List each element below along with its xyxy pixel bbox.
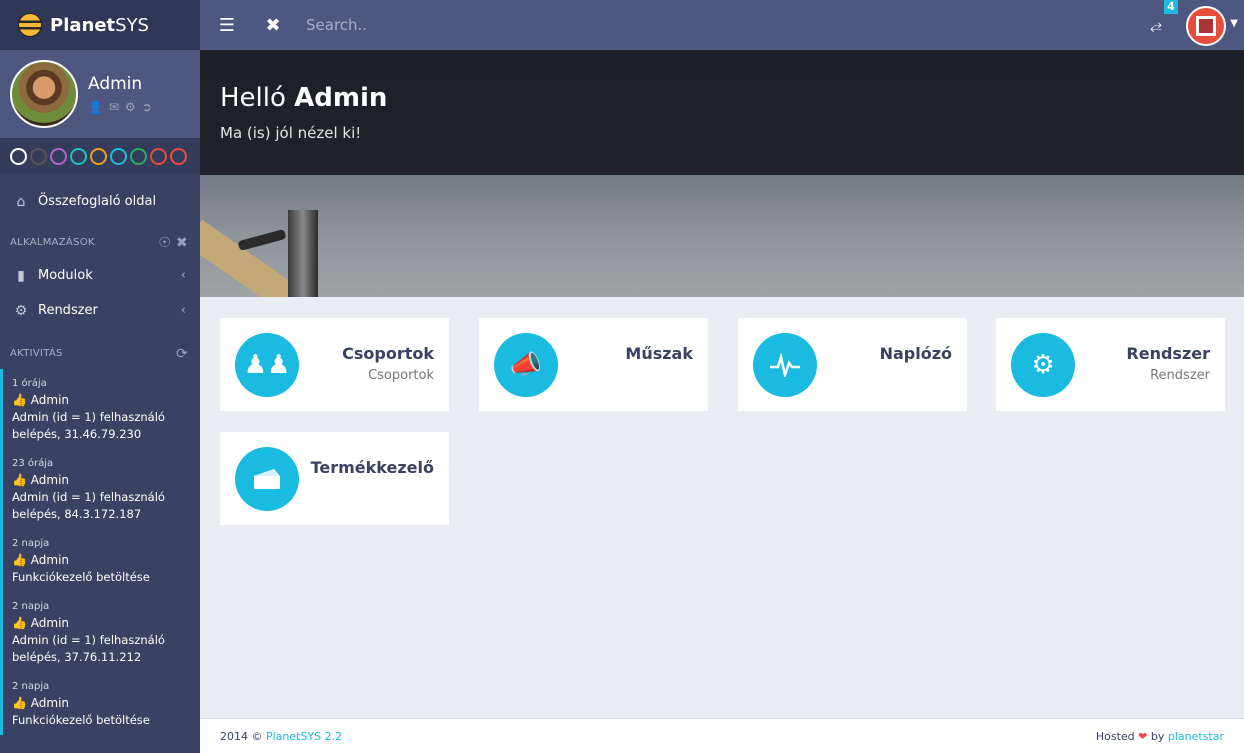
- lightbulb-icon[interactable]: ☉: [158, 235, 171, 251]
- activity-time: 2 napja: [12, 601, 50, 612]
- planet-logo-icon: [18, 13, 42, 37]
- envelope-icon[interactable]: ✉: [109, 100, 119, 114]
- thumbs-up-icon: 👍: [12, 473, 27, 487]
- hero-subtitle: Ma (is) jól nézel ki!: [220, 124, 362, 142]
- thumbs-up-icon: 👍: [12, 393, 27, 407]
- home-icon: ⌂: [16, 193, 26, 210]
- activity-user[interactable]: 👍 Admin: [12, 695, 192, 712]
- brand[interactable]: PlanetSYS: [0, 0, 200, 50]
- apps-header: ALKALMAZÁSOK ☉ ✖: [10, 234, 188, 251]
- search-input[interactable]: [306, 10, 706, 40]
- activity-text: Funkciókezelő betöltése: [12, 713, 150, 727]
- activity-user[interactable]: 👍 Admin: [12, 552, 192, 569]
- theme-dot[interactable]: [110, 147, 127, 165]
- activity-item: 2 napja 👍 Admin Admin (id = 1) felhasználó…: [0, 592, 200, 672]
- activity-item: 2 napja 👍 Admin Funkciókezelő betöltése: [0, 672, 200, 735]
- user-name[interactable]: Admin: [88, 74, 152, 94]
- theme-dot[interactable]: [10, 147, 27, 165]
- activity-time: 23 órája: [12, 458, 54, 469]
- theme-dot[interactable]: [70, 147, 87, 165]
- footer-hosted: Hosted ❤ by planetstar: [1095, 729, 1224, 743]
- welcome-hero: Helló Admin Ma (is) jól nézel ki!: [200, 50, 1244, 297]
- book-icon: ▮: [17, 267, 25, 284]
- sidebar-item-rendszer[interactable]: ⚙ Rendszer ‹: [0, 293, 200, 328]
- host-link[interactable]: planetstar: [1168, 730, 1224, 743]
- activity-user[interactable]: 👍 Admin: [12, 392, 192, 409]
- activity-text: Admin (id = 1) felhasználó belépés, 37.7…: [12, 633, 165, 664]
- tile-naplozo[interactable]: Naplózó: [738, 318, 967, 411]
- chevron-down-icon[interactable]: ▼: [1230, 18, 1238, 29]
- theme-selector: [0, 138, 200, 174]
- refresh-icon[interactable]: ⟳: [176, 346, 188, 362]
- theme-dot[interactable]: [170, 147, 187, 165]
- cheese-icon: [235, 447, 299, 511]
- activity-text: Funkciókezelő betöltése: [12, 570, 150, 584]
- activity-user[interactable]: 👍 Admin: [12, 472, 192, 489]
- theme-dot[interactable]: [90, 147, 107, 165]
- notification-badge: 4: [1164, 0, 1178, 14]
- hero-image-pole: [288, 210, 318, 297]
- sidebar-item-modulok[interactable]: ▮ Modulok ‹: [0, 258, 200, 293]
- pulse-icon: [753, 333, 817, 397]
- share-icon[interactable]: ⥄: [1150, 16, 1162, 34]
- activity-text: Admin (id = 1) felhasználó belépés, 84.3…: [12, 490, 165, 521]
- cogs-icon: ⚙: [14, 302, 28, 319]
- user-avatar[interactable]: [10, 60, 78, 128]
- gear-icon[interactable]: ⚙: [125, 100, 136, 114]
- activity-item: 2 napja 👍 Admin Funkciókezelő betöltése: [0, 529, 200, 592]
- tile-termekkezelo[interactable]: Termékkezelő: [220, 432, 449, 525]
- product-link[interactable]: PlanetSYS 2.2: [266, 730, 342, 743]
- theme-dot[interactable]: [150, 147, 167, 165]
- activity-header: AKTIVITÁS ⟳: [10, 345, 188, 362]
- footer: 2014 © PlanetSYS 2.2 Hosted ❤ by planets…: [200, 718, 1244, 753]
- hero-title: Helló Admin: [220, 83, 388, 113]
- activity-user[interactable]: 👍 Admin: [12, 615, 192, 632]
- activity-time: 2 napja: [12, 538, 50, 549]
- activity-item: 23 órája 👍 Admin Admin (id = 1) felhasznál…: [0, 449, 200, 529]
- activity-list: 1 órája 👍 Admin Admin (id = 1) felhasználó…: [0, 369, 200, 735]
- activity-time: 1 órája: [12, 378, 47, 389]
- logout-icon[interactable]: ➲: [142, 100, 152, 114]
- menu-toggle-icon[interactable]: ☰: [208, 15, 246, 36]
- theme-dot[interactable]: [130, 147, 147, 165]
- tile-rendszer[interactable]: ⚙ Rendszer Rendszer: [996, 318, 1225, 411]
- sidebar: PlanetSYS Admin 👤 ✉ ⚙ ➲ ⌂ Összefoglaló o…: [0, 0, 200, 753]
- hero-image-lamp: [237, 228, 287, 252]
- gears-icon: ⚙: [1011, 333, 1075, 397]
- tools-icon[interactable]: ✖: [254, 15, 292, 36]
- chevron-left-icon: ‹: [180, 303, 186, 318]
- header-avatar[interactable]: [1186, 6, 1226, 46]
- users-icon: ♟♟: [235, 333, 299, 397]
- user-icon[interactable]: 👤: [88, 100, 103, 114]
- activity-text: Admin (id = 1) felhasználó belépés, 31.4…: [12, 410, 165, 441]
- chevron-left-icon: ‹: [180, 268, 186, 283]
- tile-muszak[interactable]: 📣 Műszak: [479, 318, 708, 411]
- sidebar-item-summary[interactable]: ⌂ Összefoglaló oldal: [0, 184, 200, 219]
- footer-copyright: 2014 © PlanetSYS 2.2: [220, 729, 343, 743]
- tile-csoportok[interactable]: ♟♟ Csoportok Csoportok: [220, 318, 449, 411]
- activity-item: 1 órája 👍 Admin Admin (id = 1) felhasználó…: [0, 369, 200, 449]
- megaphone-icon: 📣: [494, 333, 558, 397]
- activity-time: 2 napja: [12, 681, 50, 692]
- theme-dot[interactable]: [50, 147, 67, 165]
- user-block: Admin 👤 ✉ ⚙ ➲: [0, 50, 200, 138]
- thumbs-up-icon: 👍: [12, 696, 27, 710]
- brand-name: PlanetSYS: [50, 14, 149, 36]
- theme-dot[interactable]: [30, 147, 47, 165]
- top-header: ☰ ✖ ⥄ 4 ▼: [200, 0, 1244, 50]
- thumbs-up-icon: 👍: [12, 553, 27, 567]
- wrench-icon[interactable]: ✖: [176, 235, 188, 251]
- heart-icon: ❤: [1138, 729, 1148, 743]
- thumbs-up-icon: 👍: [12, 616, 27, 630]
